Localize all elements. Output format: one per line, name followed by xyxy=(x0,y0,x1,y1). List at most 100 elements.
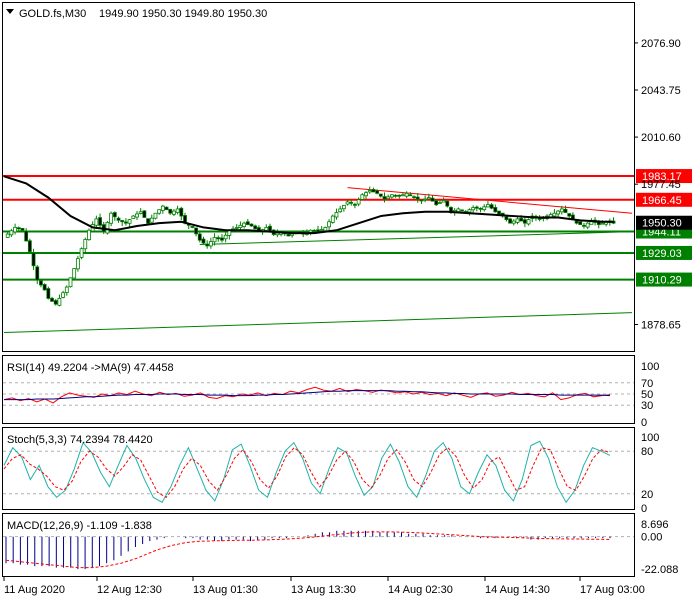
candle-body xyxy=(585,222,590,228)
candle-body xyxy=(68,277,73,288)
candle-body xyxy=(559,208,564,213)
candle-body xyxy=(116,217,121,221)
candle-body xyxy=(197,233,202,241)
candle-body xyxy=(164,206,169,211)
y-tick-label: 70 xyxy=(641,378,653,390)
candle-body xyxy=(153,212,158,219)
candle-body xyxy=(353,203,357,206)
candle-body xyxy=(31,252,36,267)
trading-chart[interactable]: 1983.171966.451944.111929.031910.291950.… xyxy=(0,0,700,600)
candle-body xyxy=(138,211,143,214)
candle-body xyxy=(20,227,25,231)
stoch-title: Stoch(5,3,3) 74.2394 78.4420 xyxy=(7,434,153,446)
candle-body xyxy=(334,212,339,218)
candle-body xyxy=(94,218,99,226)
level-price-label: 1966.45 xyxy=(642,195,682,207)
candle-body xyxy=(75,258,80,270)
y-tick-label: 30 xyxy=(641,400,653,412)
candle-body xyxy=(367,190,372,193)
candle-body xyxy=(316,229,320,233)
candle-body xyxy=(397,194,402,197)
candle-body xyxy=(105,222,110,234)
candle-body xyxy=(563,208,568,213)
y-tick-label: 100 xyxy=(641,432,659,444)
candle-body xyxy=(382,196,387,200)
candle-body xyxy=(537,218,542,220)
current-price-label: 1950.30 xyxy=(642,218,682,230)
candle-body xyxy=(419,199,424,202)
candle-body xyxy=(5,233,10,238)
candle-body xyxy=(497,210,501,215)
y-tick-label: 100 xyxy=(641,361,659,373)
x-tick-label: 12 Aug 12:30 xyxy=(97,584,162,596)
candle-body xyxy=(264,227,269,231)
candle-body xyxy=(430,197,435,202)
candle-body xyxy=(371,189,376,193)
candle-body xyxy=(39,280,43,286)
candle-body xyxy=(438,202,442,204)
candle-body xyxy=(286,233,291,237)
candle-body xyxy=(120,220,125,223)
candle-body xyxy=(135,213,139,218)
candle-body xyxy=(275,232,280,236)
y-tick-label: 0 xyxy=(641,417,647,429)
candle-body xyxy=(109,212,114,224)
candle-body xyxy=(478,207,483,210)
candle-body xyxy=(552,212,557,217)
candle-body xyxy=(194,227,198,235)
candle-body xyxy=(600,222,605,225)
candle-body xyxy=(146,218,150,224)
candle-body xyxy=(364,192,368,197)
candle-body xyxy=(386,196,391,200)
candle-body xyxy=(308,229,313,233)
rsi-title: RSI(14) 49.2204 ->MA(9) 47.4458 xyxy=(7,362,174,374)
candle-body xyxy=(245,221,250,225)
candle-body xyxy=(456,208,461,212)
candle-body xyxy=(57,298,62,306)
candle-body xyxy=(486,204,490,208)
candle-body xyxy=(330,215,335,223)
y-tick-label: 1878.65 xyxy=(641,320,681,332)
candle-body xyxy=(24,230,29,242)
y-tick-label: 1977.45 xyxy=(641,179,681,191)
y-tick-label: 2010.60 xyxy=(641,132,681,144)
candle-body xyxy=(515,218,520,223)
candle-body xyxy=(208,241,213,247)
x-tick-label: 13 Aug 01:30 xyxy=(193,584,258,596)
candle-body xyxy=(441,200,446,203)
candle-body xyxy=(360,194,365,200)
candle-body xyxy=(216,237,221,240)
candle-body xyxy=(404,192,409,197)
candle-body xyxy=(50,297,54,302)
y-tick-label: 20 xyxy=(641,489,653,501)
y-tick-label: 0.00 xyxy=(641,532,662,544)
level-price-label: 1910.29 xyxy=(642,275,682,287)
candle-body xyxy=(16,227,21,230)
candle-body xyxy=(127,219,132,224)
candle-body xyxy=(9,230,14,236)
candle-body xyxy=(556,210,561,215)
candle-body xyxy=(319,229,324,231)
candle-body xyxy=(249,223,254,227)
candle-body xyxy=(460,209,464,212)
candle-body xyxy=(172,210,176,215)
y-tick-label: 2076.90 xyxy=(641,38,681,50)
candle-body xyxy=(582,224,586,227)
candle-body xyxy=(238,224,243,228)
candle-body xyxy=(179,207,184,217)
candle-body xyxy=(27,240,32,252)
candle-body xyxy=(205,243,210,247)
candle-body xyxy=(35,266,40,281)
candle-body xyxy=(415,196,420,200)
candle-body xyxy=(356,199,361,205)
candle-body xyxy=(53,300,58,305)
y-tick-label: -22.088 xyxy=(641,564,678,576)
candle-body xyxy=(253,225,258,230)
candle-body xyxy=(13,227,17,233)
candle-body xyxy=(578,221,583,225)
candle-body xyxy=(142,210,147,218)
candle-body xyxy=(327,221,331,228)
x-tick-label: 14 Aug 14:30 xyxy=(485,584,550,596)
candle-body xyxy=(323,227,328,232)
candle-body xyxy=(408,194,413,197)
